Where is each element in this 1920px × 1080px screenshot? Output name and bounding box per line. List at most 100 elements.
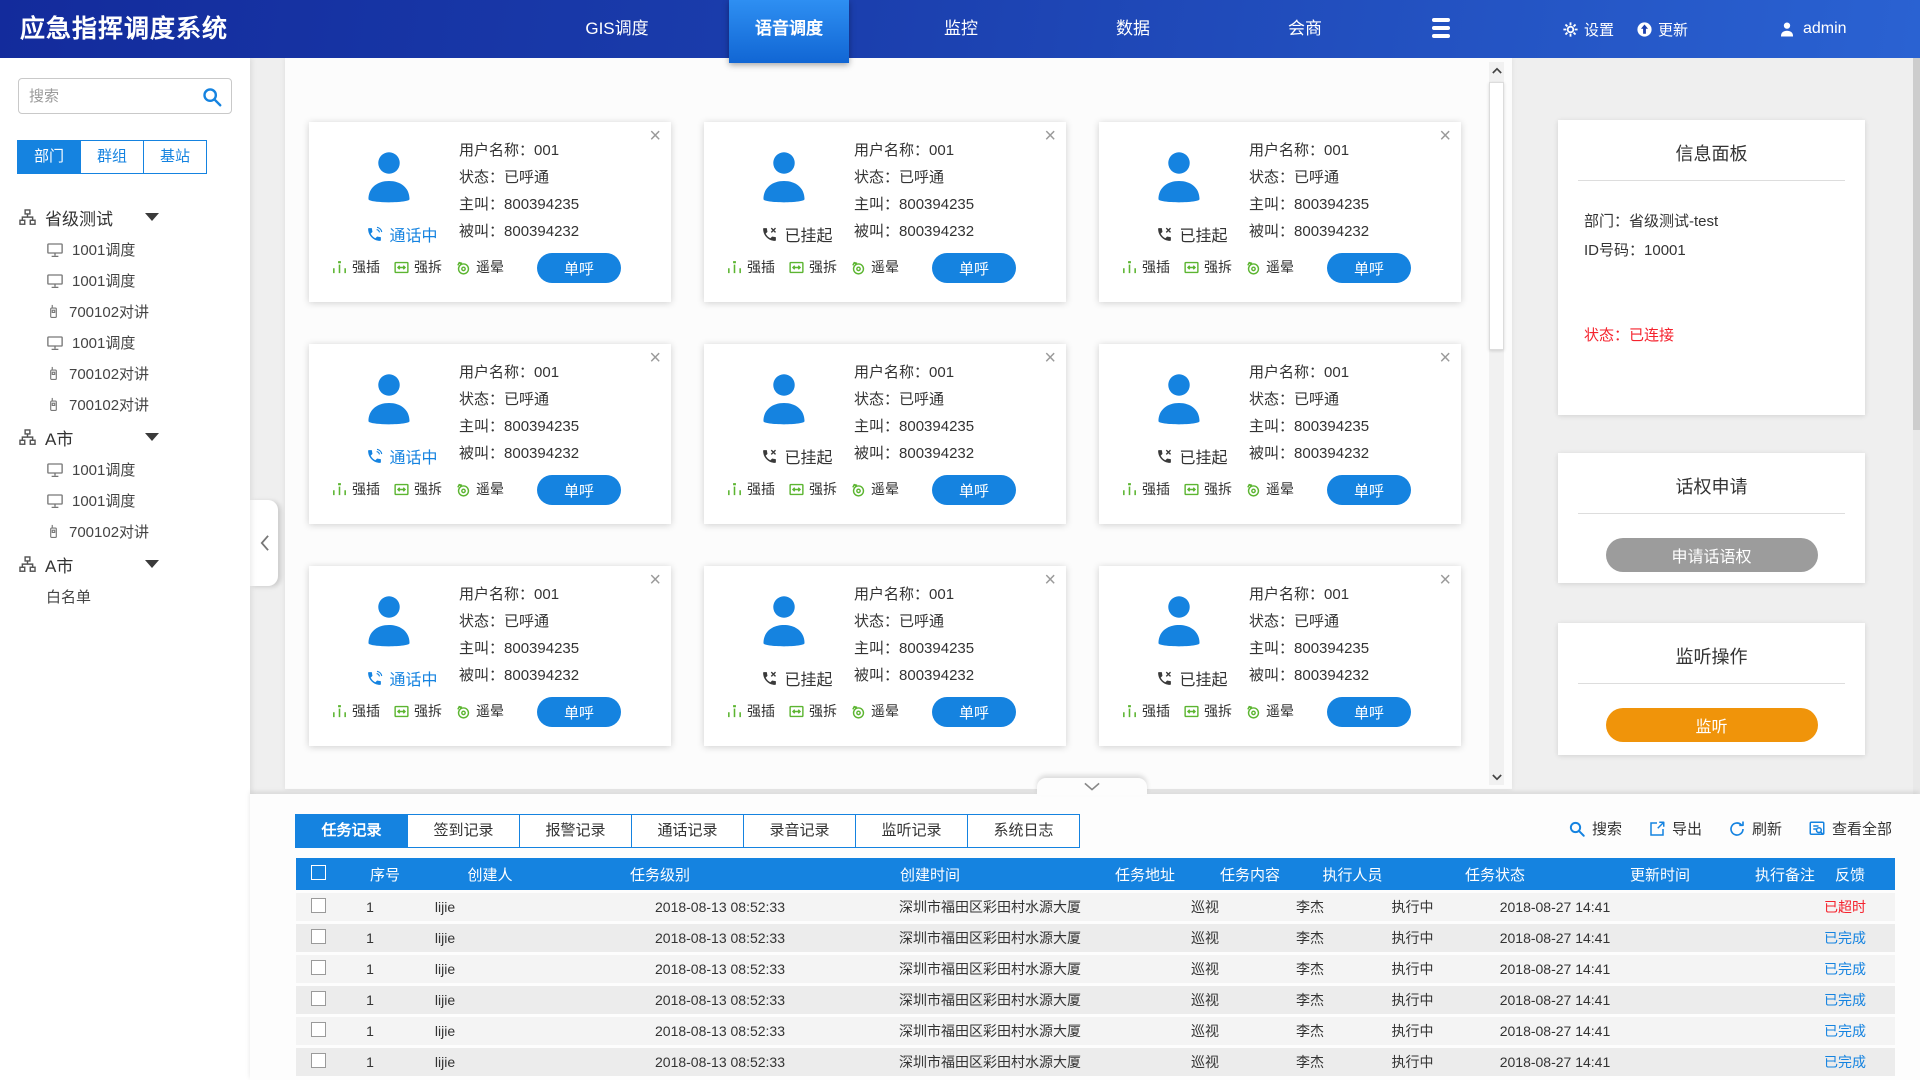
barge-in-button[interactable]: 强插 xyxy=(331,257,380,277)
close-icon[interactable]: × xyxy=(1044,126,1056,146)
tree-item[interactable]: 白名单 xyxy=(18,581,236,612)
single-call-button[interactable]: 单呼 xyxy=(1327,475,1411,505)
barge-in-button[interactable]: 强插 xyxy=(726,257,775,277)
sidebar-tab[interactable]: 群组 xyxy=(80,140,144,174)
caret-down-icon[interactable] xyxy=(145,433,159,441)
cards-scrollbar[interactable] xyxy=(1489,62,1504,785)
close-icon[interactable]: × xyxy=(1439,348,1451,368)
record-tab[interactable]: 监听记录 xyxy=(855,814,968,848)
feedback-cell[interactable]: 已完成 xyxy=(1795,990,1895,1010)
remote-stun-button[interactable]: 遥晕 xyxy=(1245,701,1294,721)
force-release-button[interactable]: 强拆 xyxy=(788,479,837,499)
single-call-button[interactable]: 单呼 xyxy=(1327,253,1411,283)
close-icon[interactable]: × xyxy=(1044,348,1056,368)
single-call-button[interactable]: 单呼 xyxy=(1327,697,1411,727)
export-button[interactable]: 导出 xyxy=(1648,818,1702,839)
barge-in-button[interactable]: 强插 xyxy=(331,701,380,721)
row-checkbox[interactable] xyxy=(311,991,326,1006)
request-talk-right-button[interactable]: 申请话语权 xyxy=(1606,538,1818,572)
close-icon[interactable]: × xyxy=(1044,570,1056,590)
refresh-button[interactable]: 刷新 xyxy=(1728,818,1782,839)
remote-stun-button[interactable]: 遥晕 xyxy=(850,479,899,499)
single-call-button[interactable]: 单呼 xyxy=(932,253,1016,283)
tree-item[interactable]: 1001调度 xyxy=(18,485,236,516)
tree-item[interactable]: 700102对讲 xyxy=(18,389,236,420)
barge-in-button[interactable]: 强插 xyxy=(331,479,380,499)
single-call-button[interactable]: 单呼 xyxy=(537,475,621,505)
feedback-cell[interactable]: 已完成 xyxy=(1795,959,1895,979)
remote-stun-button[interactable]: 遥晕 xyxy=(455,479,504,499)
row-checkbox[interactable] xyxy=(311,960,326,975)
feedback-cell[interactable]: 已完成 xyxy=(1795,928,1895,948)
row-checkbox[interactable] xyxy=(311,1022,326,1037)
select-all-checkbox[interactable] xyxy=(311,865,326,880)
force-release-button[interactable]: 强拆 xyxy=(1183,257,1232,277)
force-release-button[interactable]: 强拆 xyxy=(788,257,837,277)
nav-item[interactable]: 会商 xyxy=(1245,0,1365,58)
single-call-button[interactable]: 单呼 xyxy=(537,697,621,727)
barge-in-button[interactable]: 强插 xyxy=(1121,701,1170,721)
feedback-cell[interactable]: 已完成 xyxy=(1795,1021,1895,1041)
single-call-button[interactable]: 单呼 xyxy=(932,697,1016,727)
table-row[interactable]: 1 lijie 2018-08-13 08:52:33 深圳市福田区彩田村水源大… xyxy=(296,986,1895,1014)
scroll-down-icon[interactable] xyxy=(1489,769,1504,785)
force-release-button[interactable]: 强拆 xyxy=(788,701,837,721)
caret-down-icon[interactable] xyxy=(145,560,159,568)
tree-group-row[interactable]: A市 xyxy=(18,547,236,581)
record-tab[interactable]: 签到记录 xyxy=(407,814,520,848)
user-menu[interactable]: admin xyxy=(1778,0,1847,58)
tree-group-row[interactable]: 省级测试 xyxy=(18,200,236,234)
remote-stun-button[interactable]: 遥晕 xyxy=(455,257,504,277)
tree-item[interactable]: 700102对讲 xyxy=(18,516,236,547)
remote-stun-button[interactable]: 遥晕 xyxy=(455,701,504,721)
hamburger-icon[interactable] xyxy=(1432,18,1454,42)
record-tab[interactable]: 系统日志 xyxy=(967,814,1080,848)
table-row[interactable]: 1 lijie 2018-08-13 08:52:33 深圳市福田区彩田村水源大… xyxy=(296,893,1895,921)
feedback-cell[interactable]: 已超时 xyxy=(1795,897,1895,917)
nav-item[interactable]: 数据 xyxy=(1073,0,1193,58)
search-input[interactable] xyxy=(29,79,199,113)
page-scrollbar-thumb[interactable] xyxy=(1913,58,1920,430)
tree-item[interactable]: 1001调度 xyxy=(18,327,236,358)
remote-stun-button[interactable]: 遥晕 xyxy=(1245,479,1294,499)
sidebar-collapse-handle[interactable] xyxy=(250,500,278,586)
update-button[interactable]: 更新 xyxy=(1636,19,1688,40)
tree-item[interactable]: 700102对讲 xyxy=(18,296,236,327)
row-checkbox[interactable] xyxy=(311,898,326,913)
force-release-button[interactable]: 强拆 xyxy=(393,257,442,277)
force-release-button[interactable]: 强拆 xyxy=(393,701,442,721)
close-icon[interactable]: × xyxy=(1439,570,1451,590)
close-icon[interactable]: × xyxy=(1439,126,1451,146)
record-tab[interactable]: 任务记录 xyxy=(295,814,408,848)
scroll-up-icon[interactable] xyxy=(1489,62,1504,78)
sidebar-tab[interactable]: 部门 xyxy=(17,140,81,174)
sidebar-tab[interactable]: 基站 xyxy=(143,140,207,174)
caret-down-icon[interactable] xyxy=(145,213,159,221)
bottom-collapse-handle[interactable] xyxy=(1037,778,1147,795)
record-tab[interactable]: 通话记录 xyxy=(631,814,744,848)
settings-button[interactable]: 设置 xyxy=(1562,19,1614,40)
record-tab[interactable]: 报警记录 xyxy=(519,814,632,848)
table-row[interactable]: 1 lijie 2018-08-13 08:52:33 深圳市福田区彩田村水源大… xyxy=(296,924,1895,952)
record-tab[interactable]: 录音记录 xyxy=(743,814,856,848)
barge-in-button[interactable]: 强插 xyxy=(726,701,775,721)
nav-item[interactable]: 语音调度 xyxy=(729,0,849,63)
barge-in-button[interactable]: 强插 xyxy=(1121,479,1170,499)
table-row[interactable]: 1 lijie 2018-08-13 08:52:33 深圳市福田区彩田村水源大… xyxy=(296,1048,1895,1076)
barge-in-button[interactable]: 强插 xyxy=(726,479,775,499)
table-row[interactable]: 1 lijie 2018-08-13 08:52:33 深圳市福田区彩田村水源大… xyxy=(296,955,1895,983)
force-release-button[interactable]: 强拆 xyxy=(393,479,442,499)
close-icon[interactable]: × xyxy=(649,570,661,590)
barge-in-button[interactable]: 强插 xyxy=(1121,257,1170,277)
force-release-button[interactable]: 强拆 xyxy=(1183,701,1232,721)
search-icon[interactable] xyxy=(201,86,223,108)
tree-item[interactable]: 1001调度 xyxy=(18,265,236,296)
search-button[interactable]: 搜索 xyxy=(1568,818,1622,839)
scrollbar-thumb[interactable] xyxy=(1489,82,1504,350)
tree-item[interactable]: 1001调度 xyxy=(18,234,236,265)
view-all-button[interactable]: 查看全部 xyxy=(1808,818,1892,839)
tree-group-row[interactable]: A市 xyxy=(18,420,236,454)
remote-stun-button[interactable]: 遥晕 xyxy=(850,701,899,721)
listen-button[interactable]: 监听 xyxy=(1606,708,1818,742)
nav-item[interactable]: GIS调度 xyxy=(557,0,677,58)
